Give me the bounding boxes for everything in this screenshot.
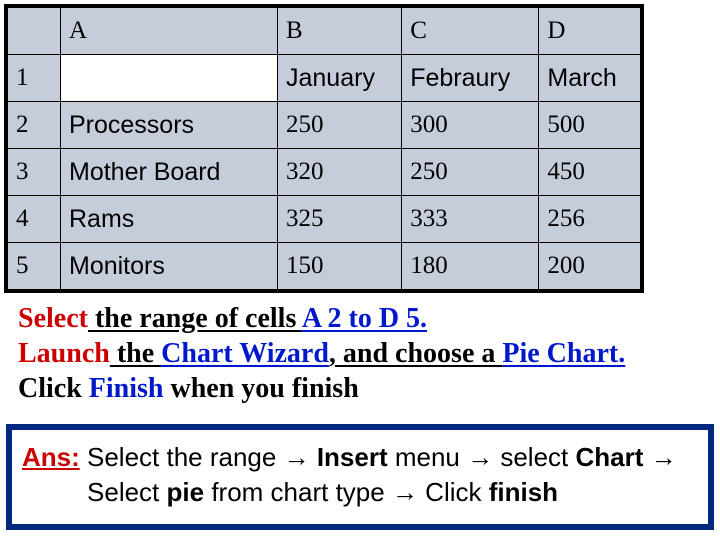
answer-text-6: Click: [418, 477, 489, 507]
row-header-1[interactable]: 1: [6, 55, 61, 102]
cell-C3[interactable]: 250: [402, 149, 539, 196]
cell-B4[interactable]: 325: [278, 196, 402, 243]
cell-B2[interactable]: 250: [278, 102, 402, 149]
answer-insert: Insert: [310, 442, 388, 472]
instr-line2-mid2: , and choose a: [329, 338, 502, 369]
cell-A4[interactable]: Rams: [61, 196, 278, 243]
instr-line1-mid: the range of cells: [88, 303, 302, 334]
answer-label: Ans:: [22, 442, 80, 472]
cell-B1[interactable]: January: [278, 55, 402, 102]
answer-text-3: select: [493, 442, 575, 472]
cell-D3[interactable]: 450: [539, 149, 642, 196]
cell-A5[interactable]: Monitors: [61, 243, 278, 292]
col-header-C[interactable]: C: [402, 6, 539, 55]
cell-D5[interactable]: 200: [539, 243, 642, 292]
instr-click: Click: [18, 373, 89, 404]
cell-D1[interactable]: March: [539, 55, 642, 102]
cell-A3[interactable]: Mother Board: [61, 149, 278, 196]
instruction-line-1: Select the range of cells A 2 to D 5.: [18, 301, 720, 336]
instruction-line-3: Click Finish when you finish: [18, 371, 720, 406]
cell-C4[interactable]: 333: [402, 196, 539, 243]
cell-B5[interactable]: 150: [278, 243, 402, 292]
corner-cell[interactable]: [6, 6, 61, 55]
cell-C1[interactable]: Febraury: [402, 55, 539, 102]
instr-launch-verb: Launch: [18, 338, 110, 369]
arrow-icon: →: [467, 442, 493, 472]
answer-box: Ans: Select the range → Insert menu → se…: [6, 424, 714, 530]
cell-C2[interactable]: 300: [402, 102, 539, 149]
answer-pie: pie: [167, 477, 205, 507]
instructions-block: Select the range of cells A 2 to D 5. La…: [18, 301, 720, 406]
instr-select-verb: Select: [18, 303, 88, 334]
cell-C5[interactable]: 180: [402, 243, 539, 292]
row-header-3[interactable]: 3: [6, 149, 61, 196]
instr-finish: Finish: [89, 373, 164, 404]
cell-A1[interactable]: [61, 55, 278, 102]
answer-text-4: Select: [87, 477, 167, 507]
arrow-icon: →: [284, 442, 310, 472]
row-header-4[interactable]: 4: [6, 196, 61, 243]
row-header-5[interactable]: 5: [6, 243, 61, 292]
cell-A2[interactable]: Processors: [61, 102, 278, 149]
cell-B3[interactable]: 320: [278, 149, 402, 196]
row-header-2[interactable]: 2: [6, 102, 61, 149]
answer-finish: finish: [489, 477, 558, 507]
arrow-icon: →: [651, 442, 677, 472]
instr-range: A 2 to D 5.: [302, 303, 427, 334]
instr-line2-mid1: the: [110, 338, 161, 369]
instr-line3-tail: when you finish: [163, 373, 358, 404]
col-header-A[interactable]: A: [61, 6, 278, 55]
instruction-line-2: Launch the Chart Wizard, and choose a Pi…: [18, 336, 720, 371]
cell-D2[interactable]: 500: [539, 102, 642, 149]
col-header-B[interactable]: B: [278, 6, 402, 55]
spreadsheet-grid[interactable]: A B C D 1 January Febraury March 2 Proce…: [4, 4, 644, 293]
instr-chart-wizard: Chart Wizard: [161, 338, 329, 369]
arrow-icon: →: [392, 477, 418, 507]
answer-text-5: from chart type: [204, 477, 392, 507]
instr-pie-chart: Pie Chart.: [502, 338, 625, 369]
answer-chart: Chart: [576, 442, 651, 472]
col-header-D[interactable]: D: [539, 6, 642, 55]
cell-D4[interactable]: 256: [539, 196, 642, 243]
answer-text-2: menu: [388, 442, 468, 472]
answer-text-1: Select the range: [80, 442, 284, 472]
